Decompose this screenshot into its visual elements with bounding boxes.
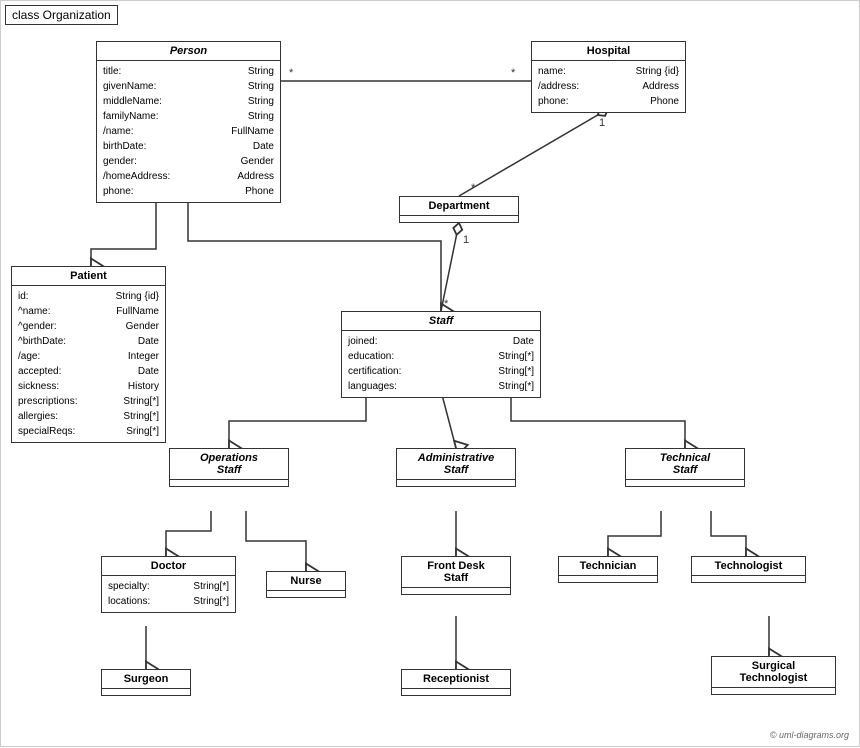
staff-class: Staff joined:Date education:String[*] ce… xyxy=(341,311,541,398)
staff-class-name: Staff xyxy=(342,312,540,331)
front-desk-staff-class-attrs xyxy=(402,588,510,594)
hospital-class-attrs: name:String {id} /address:Address phone:… xyxy=(532,61,685,112)
surgical-technologist-class: SurgicalTechnologist xyxy=(711,656,836,695)
nurse-class-attrs xyxy=(267,591,345,597)
diagram-container: class Organization xyxy=(0,0,860,747)
copyright-text: © uml-diagrams.org xyxy=(770,730,849,740)
doctor-class-name: Doctor xyxy=(102,557,235,576)
svg-text:1: 1 xyxy=(463,234,469,246)
surgical-technologist-class-name: SurgicalTechnologist xyxy=(712,657,835,688)
staff-class-attrs: joined:Date education:String[*] certific… xyxy=(342,331,540,397)
nurse-class: Nurse xyxy=(266,571,346,598)
operations-staff-class: OperationsStaff xyxy=(169,448,289,487)
surgeon-class: Surgeon xyxy=(101,669,191,696)
svg-text:*: * xyxy=(289,67,294,79)
front-desk-staff-class-name: Front DeskStaff xyxy=(402,557,510,588)
technician-class-name: Technician xyxy=(559,557,657,576)
receptionist-class-name: Receptionist xyxy=(402,670,510,689)
diagram-title: class Organization xyxy=(5,5,118,25)
surgical-technologist-class-attrs xyxy=(712,688,835,694)
department-class-name: Department xyxy=(400,197,518,216)
technologist-class-name: Technologist xyxy=(692,557,805,576)
patient-class-name: Patient xyxy=(12,267,165,286)
doctor-class: Doctor specialty:String[*] locations:Str… xyxy=(101,556,236,613)
doctor-class-attrs: specialty:String[*] locations:String[*] xyxy=(102,576,235,612)
operations-staff-class-name: OperationsStaff xyxy=(170,449,288,480)
technical-staff-class-name: TechnicalStaff xyxy=(626,449,744,480)
surgeon-class-name: Surgeon xyxy=(102,670,190,689)
surgeon-class-attrs xyxy=(102,689,190,695)
person-class-name: Person xyxy=(97,42,280,61)
administrative-staff-class-name: AdministrativeStaff xyxy=(397,449,515,480)
receptionist-class: Receptionist xyxy=(401,669,511,696)
technologist-class: Technologist xyxy=(691,556,806,583)
receptionist-class-attrs xyxy=(402,689,510,695)
operations-staff-class-attrs xyxy=(170,480,288,486)
administrative-staff-class-attrs xyxy=(397,480,515,486)
hospital-class-name: Hospital xyxy=(532,42,685,61)
svg-text:*: * xyxy=(511,67,516,79)
department-class-attrs xyxy=(400,216,518,222)
technician-class: Technician xyxy=(558,556,658,583)
person-class: Person title:String givenName:String mid… xyxy=(96,41,281,203)
hospital-class: Hospital name:String {id} /address:Addre… xyxy=(531,41,686,113)
nurse-class-name: Nurse xyxy=(267,572,345,591)
department-class: Department xyxy=(399,196,519,223)
technician-class-attrs xyxy=(559,576,657,582)
technical-staff-class: TechnicalStaff xyxy=(625,448,745,487)
svg-text:1: 1 xyxy=(599,117,605,129)
front-desk-staff-class: Front DeskStaff xyxy=(401,556,511,595)
patient-class: Patient id:String {id} ^name:FullName ^g… xyxy=(11,266,166,443)
svg-text:*: * xyxy=(444,298,449,310)
technical-staff-class-attrs xyxy=(626,480,744,486)
svg-text:*: * xyxy=(471,182,476,194)
administrative-staff-class: AdministrativeStaff xyxy=(396,448,516,487)
patient-class-attrs: id:String {id} ^name:FullName ^gender:Ge… xyxy=(12,286,165,442)
person-class-attrs: title:String givenName:String middleName… xyxy=(97,61,280,202)
technologist-class-attrs xyxy=(692,576,805,582)
